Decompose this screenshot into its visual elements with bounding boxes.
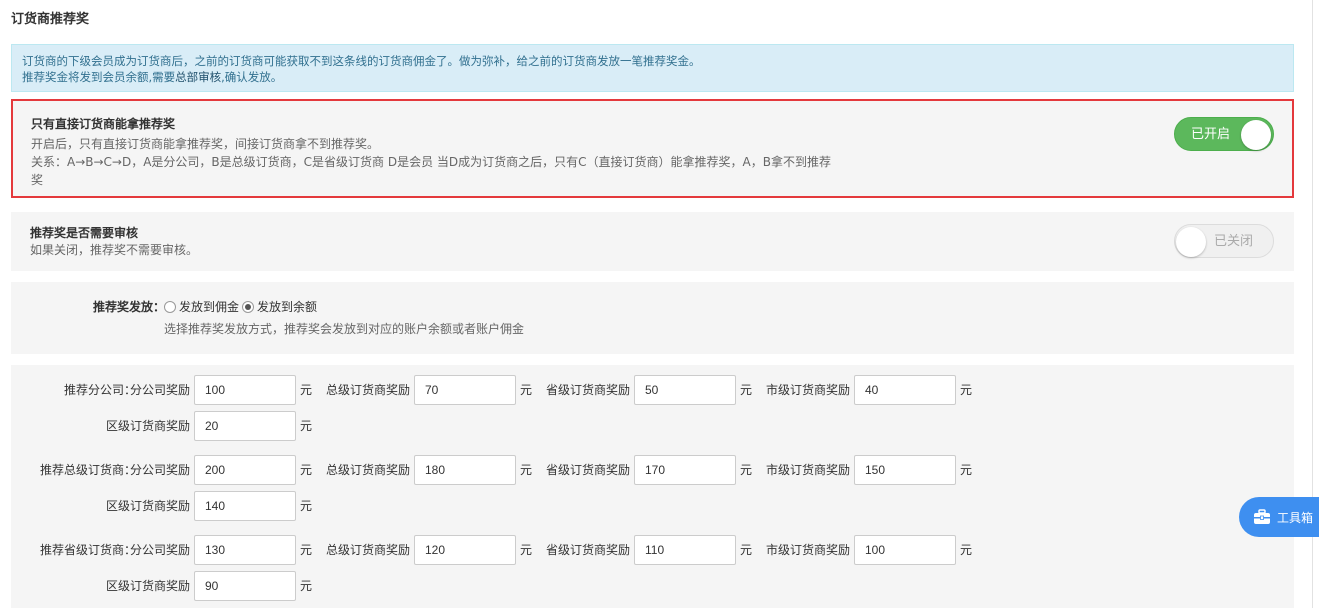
city-reward-input[interactable] xyxy=(854,455,956,485)
field-label-company: 分公司奖励 xyxy=(130,543,191,557)
page-title: 订货商推荐奖 xyxy=(11,12,90,27)
province-reward-input[interactable] xyxy=(634,535,736,565)
company-reward-input[interactable] xyxy=(194,375,296,405)
toggle-knob xyxy=(1241,120,1271,150)
field-label-company: 分公司奖励 xyxy=(130,463,191,477)
field-label-district: 区级订货商奖励 xyxy=(106,499,191,513)
reward-group-label: 推荐分公司： xyxy=(63,383,136,397)
payout-option-commission[interactable]: 发放到佣金 xyxy=(164,298,239,315)
payout-option-commission-label: 发放到佣金 xyxy=(179,300,240,314)
field-label-district: 区级订货商奖励 xyxy=(106,579,191,593)
company-reward-input[interactable] xyxy=(194,455,296,485)
payout-panel: 推荐奖发放： 发放到佣金 发放到余额 选择推荐奖发放方式，推荐奖会发放到对应的账… xyxy=(11,282,1294,354)
field-label-general: 总级订货商奖励 xyxy=(326,463,411,477)
unit: 元 xyxy=(520,543,533,557)
info-line-2-strong: 总部审核 xyxy=(175,70,222,84)
payout-option-balance-label: 发放到余额 xyxy=(257,300,318,314)
unit: 元 xyxy=(520,463,533,477)
rewards-panel: 推荐分公司： 分公司奖励 元 总级订货商奖励 元 省级订货商奖励 元 市级订货商… xyxy=(11,365,1294,608)
unit: 元 xyxy=(300,463,313,477)
reward-group-label: 推荐总级订货商： xyxy=(39,463,136,477)
field-label-province: 省级订货商奖励 xyxy=(546,383,631,397)
unit: 元 xyxy=(300,499,313,513)
field-label-province: 省级订货商奖励 xyxy=(546,463,631,477)
need-review-title: 推荐奖是否需要审核 xyxy=(30,226,139,240)
field-label-company: 分公司奖励 xyxy=(130,383,191,397)
unit: 元 xyxy=(300,419,313,433)
general-reward-input[interactable] xyxy=(414,535,516,565)
unit: 元 xyxy=(300,543,313,557)
toggle-knob xyxy=(1176,227,1206,257)
need-review-toggle[interactable]: 已关闭 xyxy=(1174,224,1274,258)
unit: 元 xyxy=(960,543,973,557)
toolbox-button[interactable]: 工具箱 xyxy=(1239,497,1319,537)
direct-only-toggle[interactable]: 已开启 xyxy=(1174,117,1274,151)
payout-option-balance[interactable]: 发放到余额 xyxy=(242,298,317,315)
field-label-city: 市级订货商奖励 xyxy=(766,463,851,477)
payout-hint: 选择推荐奖发放方式，推荐奖会发放到对应的账户余额或者账户佣金 xyxy=(164,322,525,336)
info-line-1: 订货商的下级会员成为订货商后，之前的订货商可能获取不到这条线的订货商佣金了。做为… xyxy=(22,54,701,68)
direct-only-title: 只有直接订货商能拿推荐奖 xyxy=(31,117,176,131)
unit: 元 xyxy=(300,383,313,397)
direct-only-desc-1: 开启后，只有直接订货商能拿推荐奖，间接订货商拿不到推荐奖。 xyxy=(31,137,380,151)
field-label-general: 总级订货商奖励 xyxy=(326,383,411,397)
city-reward-input[interactable] xyxy=(854,535,956,565)
payout-label: 推荐奖发放： xyxy=(93,300,166,314)
district-reward-input[interactable] xyxy=(194,491,296,521)
unit: 元 xyxy=(960,463,973,477)
company-reward-input[interactable] xyxy=(194,535,296,565)
province-reward-input[interactable] xyxy=(634,375,736,405)
unit: 元 xyxy=(740,383,753,397)
unit: 元 xyxy=(740,463,753,477)
unit: 元 xyxy=(520,383,533,397)
field-label-general: 总级订货商奖励 xyxy=(326,543,411,557)
general-reward-input[interactable] xyxy=(414,455,516,485)
need-review-desc: 如果关闭，推荐奖不需要审核。 xyxy=(30,243,199,257)
district-reward-input[interactable] xyxy=(194,571,296,601)
toolbox-label: 工具箱 xyxy=(1277,510,1314,525)
direct-only-desc-2: 关系：A→B→C→D，A是分公司，B是总级订货商，C是省级订货商 D是会员 当D… xyxy=(31,155,831,187)
field-label-district: 区级订货商奖励 xyxy=(106,419,191,433)
info-line-2-a: 推荐奖金将发到会员余额,需要 xyxy=(22,70,176,84)
field-label-province: 省级订货商奖励 xyxy=(546,543,631,557)
info-alert: 订货商的下级会员成为订货商后，之前的订货商可能获取不到这条线的订货商佣金了。做为… xyxy=(11,44,1294,92)
field-label-city: 市级订货商奖励 xyxy=(766,543,851,557)
info-line-2: 推荐奖金将发到会员余额,需要总部审核,确认发放。 xyxy=(22,69,1283,85)
unit: 元 xyxy=(960,383,973,397)
reward-group-label: 推荐省级订货商： xyxy=(39,543,136,557)
field-label-city: 市级订货商奖励 xyxy=(766,383,851,397)
direct-only-panel: 只有直接订货商能拿推荐奖 开启后，只有直接订货商能拿推荐奖，间接订货商拿不到推荐… xyxy=(11,99,1294,198)
need-review-toggle-label: 已关闭 xyxy=(1214,234,1254,249)
radio-unchecked-icon[interactable] xyxy=(164,300,176,313)
unit: 元 xyxy=(300,579,313,593)
unit: 元 xyxy=(740,543,753,557)
city-reward-input[interactable] xyxy=(854,375,956,405)
province-reward-input[interactable] xyxy=(634,455,736,485)
info-line-2-c: ,确认发放。 xyxy=(221,70,283,84)
need-review-panel: 推荐奖是否需要审核 如果关闭，推荐奖不需要审核。 已关闭 xyxy=(11,212,1294,271)
toolbox-icon xyxy=(1253,509,1271,525)
district-reward-input[interactable] xyxy=(194,411,296,441)
general-reward-input[interactable] xyxy=(414,375,516,405)
direct-only-toggle-label: 已开启 xyxy=(1191,127,1231,142)
radio-checked-icon[interactable] xyxy=(242,300,254,313)
